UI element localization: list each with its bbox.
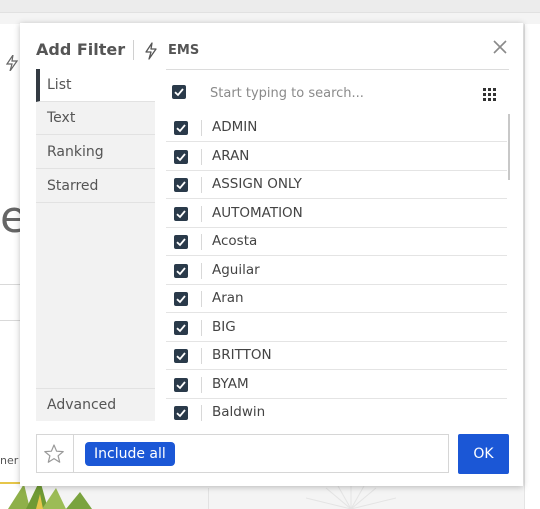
checkbox-checked-icon bbox=[176, 323, 186, 332]
tab-label: Ranking bbox=[47, 144, 104, 160]
list-item[interactable]: ARAN bbox=[166, 143, 507, 171]
search-input[interactable] bbox=[210, 82, 460, 104]
background-top-strip bbox=[0, 0, 540, 13]
list-item[interactable]: Acosta bbox=[166, 228, 507, 256]
item-label: AUTOMATION bbox=[212, 204, 303, 221]
tab-label: List bbox=[47, 77, 72, 93]
list-item[interactable]: BIG bbox=[166, 314, 507, 342]
tab-text[interactable]: Text bbox=[36, 102, 155, 135]
row-separator bbox=[201, 205, 202, 222]
item-label: Acosta bbox=[212, 233, 258, 249]
item-label: ADMIN bbox=[212, 119, 258, 135]
value-list[interactable]: ADMIN ARAN ASSIGN ONLY AUTOMATION Acosta… bbox=[166, 114, 509, 426]
footer-separator bbox=[73, 435, 74, 472]
bolt-icon bbox=[145, 42, 157, 60]
checkbox-checked-icon bbox=[176, 380, 186, 389]
row-separator bbox=[201, 291, 202, 307]
tab-ranking[interactable]: Ranking bbox=[36, 136, 155, 169]
sun-illustration bbox=[305, 486, 397, 509]
item-checkbox[interactable] bbox=[174, 320, 188, 335]
list-item[interactable]: BYAM bbox=[166, 371, 507, 399]
row-separator bbox=[201, 405, 202, 421]
item-checkbox[interactable] bbox=[174, 206, 188, 221]
checkbox-checked-icon bbox=[176, 209, 186, 218]
checkbox-checked-icon bbox=[176, 352, 186, 361]
list-item[interactable]: Aran bbox=[166, 285, 507, 313]
list-item[interactable]: AUTOMATION bbox=[166, 200, 507, 228]
list-item[interactable]: ADMIN bbox=[166, 114, 507, 142]
tab-starred[interactable]: Starred bbox=[36, 170, 155, 203]
close-icon[interactable] bbox=[490, 37, 510, 57]
select-all-checkbox[interactable] bbox=[172, 85, 186, 99]
star-icon[interactable] bbox=[43, 443, 65, 465]
grid-icon[interactable] bbox=[483, 88, 496, 101]
list-item[interactable]: Aguilar bbox=[166, 257, 507, 285]
tab-label: Advanced bbox=[47, 397, 117, 413]
item-checkbox[interactable] bbox=[174, 178, 188, 192]
background-right-panel bbox=[524, 24, 540, 509]
ok-button[interactable]: OK bbox=[458, 434, 509, 474]
add-filter-dialog: Add Filter EMS List Text Ranking Starred… bbox=[20, 23, 523, 486]
title-separator bbox=[133, 40, 134, 60]
checkbox-checked-icon bbox=[176, 152, 186, 161]
checkbox-checked-icon bbox=[176, 238, 186, 247]
row-separator bbox=[201, 262, 202, 279]
filter-type-tabs: List Text Ranking Starred Advanced bbox=[36, 69, 155, 421]
row-separator bbox=[201, 319, 202, 336]
row-separator bbox=[201, 234, 202, 250]
checkbox-checked-icon bbox=[176, 409, 186, 418]
item-checkbox[interactable] bbox=[174, 377, 188, 392]
tab-label: Starred bbox=[47, 178, 99, 194]
checkbox-checked-icon bbox=[176, 181, 186, 190]
search-row bbox=[166, 77, 509, 109]
item-checkbox[interactable] bbox=[174, 263, 188, 278]
item-checkbox[interactable] bbox=[174, 235, 188, 249]
item-checkbox[interactable] bbox=[174, 349, 188, 363]
include-all-button[interactable]: Include all bbox=[85, 442, 175, 466]
bolt-icon bbox=[6, 55, 18, 71]
tab-label: Text bbox=[47, 110, 76, 126]
list-item[interactable]: ASSIGN ONLY bbox=[166, 171, 507, 199]
item-label: BYAM bbox=[212, 375, 249, 392]
item-label: Aran bbox=[212, 290, 244, 306]
row-separator bbox=[201, 376, 202, 393]
checkbox-checked-icon bbox=[176, 124, 186, 133]
row-separator bbox=[201, 120, 202, 136]
list-scrollbar[interactable] bbox=[508, 114, 510, 180]
item-label: Aguilar bbox=[212, 261, 260, 278]
background-divider bbox=[208, 488, 209, 509]
list-item[interactable]: BRITTON bbox=[166, 342, 507, 370]
filter-footer: Include all bbox=[36, 434, 449, 473]
item-label: ASSIGN ONLY bbox=[212, 176, 302, 192]
checkbox-checked-icon bbox=[176, 266, 186, 275]
row-separator bbox=[201, 348, 202, 364]
dialog-title: Add Filter bbox=[36, 40, 126, 59]
list-item[interactable]: Baldwin bbox=[166, 399, 507, 426]
checkbox-checked-icon bbox=[176, 295, 186, 304]
item-checkbox[interactable] bbox=[174, 149, 188, 164]
header-divider bbox=[166, 69, 509, 70]
item-label: Baldwin bbox=[212, 404, 266, 420]
item-label: BRITTON bbox=[212, 347, 272, 363]
item-checkbox[interactable] bbox=[174, 121, 188, 135]
checkbox-checked-icon bbox=[174, 88, 184, 97]
background-text: ner bbox=[0, 454, 19, 467]
background-divider bbox=[0, 284, 22, 285]
row-separator bbox=[201, 148, 202, 165]
item-checkbox[interactable] bbox=[174, 292, 188, 306]
item-checkbox[interactable] bbox=[174, 406, 188, 420]
item-label: ARAN bbox=[212, 147, 250, 164]
background-divider bbox=[0, 320, 22, 321]
dataset-label: EMS bbox=[168, 43, 200, 58]
item-label: BIG bbox=[212, 318, 236, 335]
tab-list[interactable]: List bbox=[36, 69, 155, 102]
tab-advanced[interactable]: Advanced bbox=[36, 388, 155, 421]
row-separator bbox=[201, 177, 202, 193]
